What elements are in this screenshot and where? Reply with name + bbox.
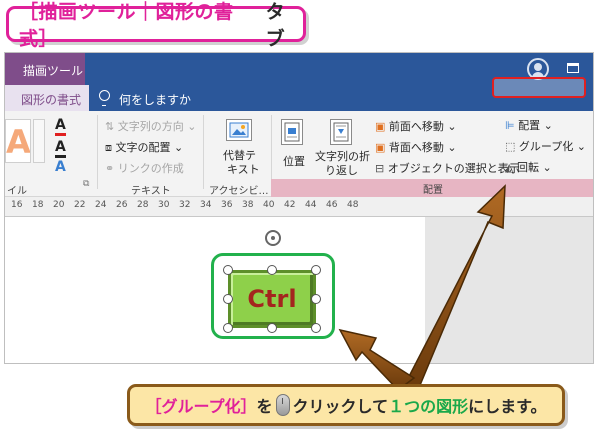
resize-handle[interactable] (267, 323, 277, 333)
bring-forward-button[interactable]: ▣ 前面へ移動 ⌄ (375, 118, 457, 134)
wordart-group-label: イル (7, 186, 27, 197)
create-link-label: リンクの作成 (117, 162, 184, 175)
rotate-label: 回転 (516, 161, 539, 174)
selection-pane-label: オブジェクトの選択と表示 (387, 162, 520, 175)
selection-pane-button[interactable]: ⊟ オブジェクトの選択と表示 (375, 160, 520, 176)
ruler-tick-label: 46 (326, 200, 338, 210)
send-backward-icon: ▣ (375, 141, 386, 154)
horizontal-ruler[interactable]: 16 18 20 22 24 26 28 30 32 34 36 38 40 42 44 46 48 (5, 197, 593, 217)
resize-handle[interactable] (223, 265, 233, 275)
text-outline-icon[interactable]: A (55, 139, 66, 158)
position-icon[interactable] (281, 119, 303, 145)
bring-forward-label: 前面へ移動 (388, 120, 444, 133)
rotation-handle-icon[interactable] (265, 230, 281, 246)
alt-text-icon[interactable] (226, 119, 252, 141)
ctrl-shape-text: Ctrl (247, 285, 297, 313)
alt-text-label-line2[interactable]: キスト (227, 161, 260, 177)
group-label: グループ化 (518, 140, 574, 153)
align-text-button[interactable]: ⧈ 文字の配置 ⌄ (105, 139, 183, 155)
tab-shape-format[interactable]: 図形の書式 (5, 85, 89, 111)
ruler-tick-label: 26 (116, 200, 128, 210)
text-direction-label: 文字列の方向 (117, 120, 184, 133)
ruler-tick-label: 16 (11, 200, 23, 210)
align-button[interactable]: ⊫ 配置 ⌄ (505, 117, 553, 133)
ruler-tick-label: 22 (74, 200, 86, 210)
wrap-text-icon[interactable] (330, 119, 352, 145)
ruler-tick-label: 32 (179, 200, 191, 210)
group-icon: ⬚ (505, 140, 516, 153)
ruler-tick-label: 36 (221, 200, 233, 210)
arrange-group-band: 配置 (271, 179, 593, 197)
wordart-gallery-scroll[interactable] (33, 119, 45, 163)
align-icon: ⊫ (505, 119, 515, 132)
tell-me-search[interactable]: 何をしますか (119, 91, 191, 108)
arrange-group-label: 配置 (423, 185, 443, 196)
instruction-one-shape: １つの図形 (388, 397, 469, 416)
group-button[interactable]: ⬚ グループ化 ⌄ (505, 138, 586, 154)
wrap-text-label-line2[interactable]: り返し (325, 162, 358, 178)
instruction-wo: を (256, 397, 273, 416)
mouse-icon (275, 394, 290, 416)
resize-handle[interactable] (223, 323, 233, 333)
ruler-tick-label: 24 (95, 200, 107, 210)
resize-handle[interactable] (267, 265, 277, 275)
title-suffix: タブ (265, 1, 286, 50)
ruler-ticks: 16 18 20 22 24 26 28 30 32 34 36 38 40 42 44 46 48 (11, 200, 368, 210)
instruction-click: クリックして (292, 397, 389, 416)
ruler-tick-label: 20 (53, 200, 65, 210)
group-separator (203, 115, 204, 189)
position-label[interactable]: 位置 (283, 153, 305, 169)
create-link-button[interactable]: ⚭ リンクの作成 (105, 160, 184, 176)
resize-handle[interactable] (311, 294, 321, 304)
ruler-tick-label: 48 (347, 200, 359, 210)
instruction-end: にします。 (468, 397, 547, 416)
text-effects-icon[interactable]: A (55, 159, 66, 175)
group-separator (97, 115, 98, 189)
align-label: 配置 (518, 119, 541, 132)
rotate-icon: ◭ (505, 161, 514, 174)
accessibility-group-label: アクセシビ… (209, 186, 269, 197)
ruler-tick-label: 40 (263, 200, 275, 210)
text-group-label: テキスト (131, 186, 171, 197)
instruction-group-name: ［グループ化］ (145, 397, 257, 416)
ctrl-shape[interactable]: Ctrl (228, 270, 316, 328)
ribbon-display-options-icon[interactable] (567, 63, 579, 73)
text-direction-button[interactable]: ⇅ 文字列の方向 ⌄ (105, 118, 196, 134)
ruler-tick-label: 38 (242, 200, 254, 210)
title-tab-name: ［描画ツール｜図形の書式］ (19, 1, 234, 50)
wordart-dialog-launcher-icon[interactable]: ⧉ (83, 179, 89, 189)
instruction-callout: ［グループ化］ を クリックして １つの図形 にします。 (127, 384, 565, 426)
bring-forward-icon: ▣ (375, 120, 386, 133)
rotate-button[interactable]: ◭ 回転 ⌄ (505, 159, 552, 175)
ribbon: A A A A イル ⧉ ⇅ 文字列の方向 ⌄ ⧈ 文字の配置 ⌄ ⚭ リンクの… (5, 111, 593, 197)
group-separator (271, 115, 272, 189)
ruler-tick-label: 42 (284, 200, 296, 210)
send-backward-button[interactable]: ▣ 背面へ移動 ⌄ (375, 139, 457, 155)
ruler-tick-label: 44 (305, 200, 317, 210)
ruler-tick-label: 30 (158, 200, 170, 210)
ruler-tick-label: 18 (32, 200, 44, 210)
resize-handle[interactable] (311, 265, 321, 275)
wordart-style-gallery[interactable]: A (5, 119, 31, 163)
resize-handle[interactable] (223, 294, 233, 304)
send-backward-label: 背面へ移動 (388, 141, 444, 154)
text-fill-icon[interactable]: A (55, 117, 66, 136)
drawing-tools-context-label: 描画ツール (5, 53, 85, 85)
group-button-highlight (492, 77, 586, 98)
ruler-tick-label: 28 (137, 200, 149, 210)
title-callout: ［描画ツール｜図形の書式］ タブ (6, 1, 306, 50)
lightbulb-icon (99, 90, 110, 106)
align-text-label: 文字の配置 (115, 141, 171, 154)
resize-handle[interactable] (311, 323, 321, 333)
selection-pane-icon: ⊟ (375, 162, 385, 175)
ruler-tick-label: 34 (200, 200, 212, 210)
